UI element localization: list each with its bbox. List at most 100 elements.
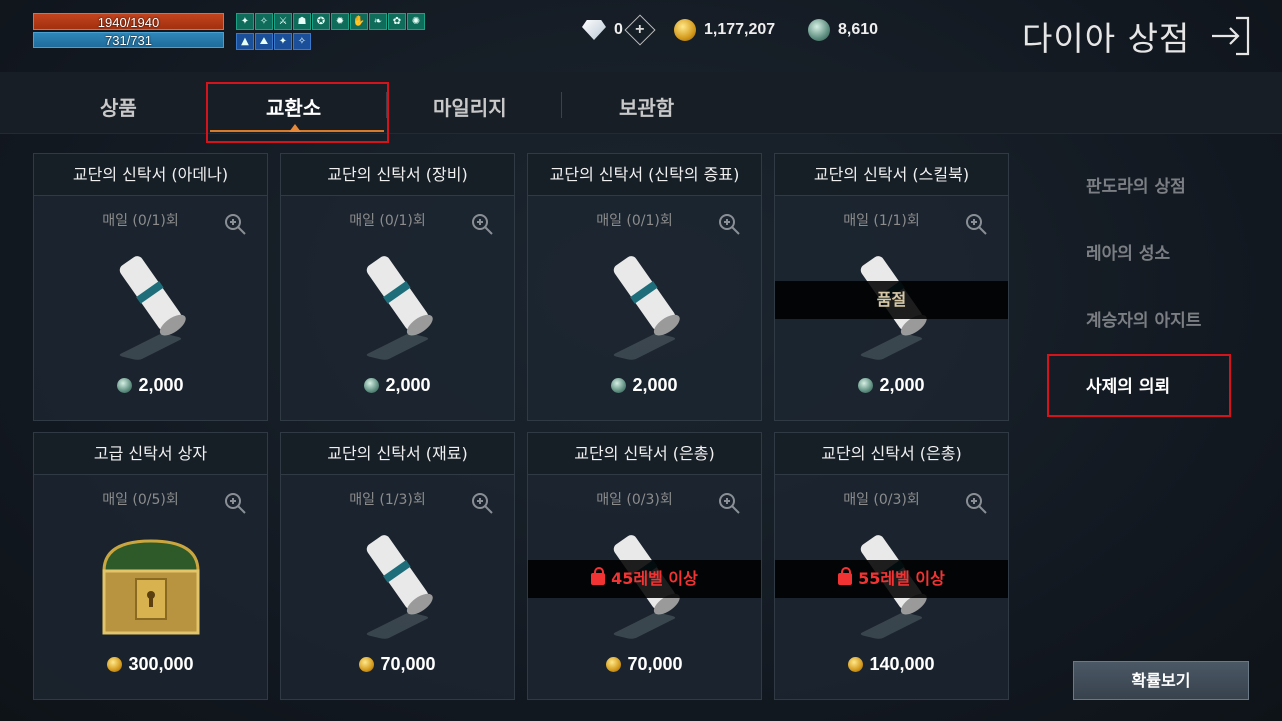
level-lock-banner: 55레벨 이상 [775, 560, 1008, 598]
buff-icon: ✧ [293, 33, 311, 50]
mileage-coin-icon [858, 378, 874, 393]
mileage-amount: 8,610 [838, 21, 879, 38]
mileage-currency: 8,610 [808, 17, 878, 43]
zoom-icon[interactable] [223, 212, 247, 236]
shop-item-card[interactable]: 교단의 신탁서 (장비) 매일 (0/1)회 2,000 [280, 153, 515, 421]
price-value: 70,000 [380, 654, 436, 674]
item-title: 교단의 신탁서 (은총) [528, 433, 761, 475]
price-value: 2,000 [632, 375, 678, 395]
tab-mileage[interactable]: 마일리지 [433, 92, 507, 121]
item-price: 2,000 [34, 375, 267, 396]
gold-coin-icon [359, 657, 375, 672]
shop-item-card[interactable]: 고급 신탁서 상자 매일 (0/5)회 300,000 [33, 432, 268, 700]
buff-icon: ✺ [407, 13, 425, 30]
mileage-coin-icon [611, 378, 627, 393]
side-menu-pandora-shop[interactable]: 판도라의 상점 [1086, 172, 1186, 197]
buff-icon: ⛰ [255, 33, 273, 50]
side-menu-successor-hideout[interactable]: 계승자의 아지트 [1086, 306, 1201, 331]
item-price: 2,000 [281, 375, 514, 396]
gold-coin-icon [606, 657, 622, 672]
buff-icon: ✦ [236, 13, 254, 30]
exit-icon[interactable] [1208, 14, 1252, 58]
highlight-frame-side [1047, 354, 1231, 417]
item-title: 고급 신탁서 상자 [34, 433, 267, 475]
hp-bar: 1940/1940 [33, 13, 224, 30]
lock-icon [838, 567, 853, 585]
level-lock-banner: 45레벨 이상 [528, 560, 761, 598]
add-diamond-button[interactable]: + [624, 14, 656, 46]
shop-item-card[interactable]: 교단의 신탁서 (은총) 매일 (0/3)회 45레벨 이상 70,000 [527, 432, 762, 700]
level-requirement: 45레벨 이상 [611, 569, 698, 588]
price-value: 140,000 [869, 654, 935, 674]
shop-item-card[interactable]: 교단의 신탁서 (스킬북) 매일 (1/1)회 품절 2,000 [774, 153, 1009, 421]
item-title: 교단의 신탁서 (아데나) [34, 154, 267, 196]
treasure-chest-icon [102, 539, 200, 635]
gold-coin-icon [848, 657, 864, 672]
item-title: 교단의 신탁서 (재료) [281, 433, 514, 475]
item-title: 교단의 신탁서 (은총) [775, 433, 1008, 475]
buff-icon: ✋ [350, 13, 368, 30]
buff-icon: ▲ [236, 33, 254, 50]
price-value: 2,000 [879, 375, 925, 395]
scroll-icon [366, 256, 433, 360]
item-price: 140,000 [775, 654, 1008, 675]
zoom-icon[interactable] [717, 491, 741, 515]
highlight-frame-tab [206, 82, 389, 143]
tab-storage[interactable]: 보관함 [619, 92, 674, 121]
item-price: 70,000 [528, 654, 761, 675]
price-value: 70,000 [627, 654, 683, 674]
level-requirement: 55레벨 이상 [858, 569, 945, 588]
tab-divider [561, 92, 562, 118]
plus-icon: + [635, 21, 645, 38]
buff-icons: ✦ ✧ ⚔ ☗ ✪ ✹ ✋ ❧ ✿ ✺ ▲ ⛰ ✦ ✧ [236, 13, 426, 53]
item-price: 300,000 [34, 654, 267, 675]
zoom-icon[interactable] [470, 212, 494, 236]
zoom-icon[interactable] [964, 212, 988, 236]
item-price: 2,000 [528, 375, 761, 396]
gold-coin-icon [107, 657, 123, 672]
zoom-icon[interactable] [717, 212, 741, 236]
scroll-icon [366, 535, 433, 639]
item-title: 교단의 신탁서 (장비) [281, 154, 514, 196]
scroll-icon [613, 256, 680, 360]
buff-icon: ☗ [293, 13, 311, 30]
item-title: 교단의 신탁서 (스킬북) [775, 154, 1008, 196]
diamond-icon [582, 20, 606, 40]
page-title: 다이아 상점 [1022, 19, 1191, 58]
shop-item-card[interactable]: 교단의 신탁서 (아데나) 매일 (0/1)회 2,000 [33, 153, 268, 421]
tab-bar: 상품 교환소 마일리지 보관함 [0, 72, 1282, 134]
buff-icon: ✹ [331, 13, 349, 30]
side-menu-rhea-sanctuary[interactable]: 레아의 성소 [1086, 239, 1170, 264]
mileage-coin-icon [808, 19, 830, 41]
diamond-amount: 0 [614, 21, 623, 38]
scroll-icon [119, 256, 186, 360]
buff-icon: ✪ [312, 13, 330, 30]
gold-currency: 1,177,207 [674, 17, 775, 43]
gold-coin-icon [674, 19, 696, 41]
zoom-icon[interactable] [470, 491, 494, 515]
diamond-currency: 0 + [582, 14, 656, 46]
shop-item-card[interactable]: 교단의 신탁서 (재료) 매일 (1/3)회 70,000 [280, 432, 515, 700]
item-price: 2,000 [775, 375, 1008, 396]
gold-amount: 1,177,207 [704, 21, 776, 38]
item-title: 교단의 신탁서 (신탁의 증표) [528, 154, 761, 196]
price-value: 2,000 [138, 375, 184, 395]
zoom-icon[interactable] [223, 491, 247, 515]
buff-icon: ⚔ [274, 13, 292, 30]
mileage-coin-icon [364, 378, 380, 393]
shop-item-card[interactable]: 교단의 신탁서 (은총) 매일 (0/3)회 55레벨 이상 140,000 [774, 432, 1009, 700]
price-value: 2,000 [385, 375, 431, 395]
buff-icon: ✦ [274, 33, 292, 50]
mileage-coin-icon [117, 378, 133, 393]
buff-icon: ❧ [369, 13, 387, 30]
price-value: 300,000 [128, 654, 194, 674]
view-probability-button[interactable]: 확률보기 [1073, 661, 1249, 700]
buff-icon: ✿ [388, 13, 406, 30]
sold-out-banner: 품절 [775, 281, 1008, 319]
zoom-icon[interactable] [964, 491, 988, 515]
tab-products[interactable]: 상품 [100, 92, 137, 121]
buff-icon: ✧ [255, 13, 273, 30]
shop-item-card[interactable]: 교단의 신탁서 (신탁의 증표) 매일 (0/1)회 2,000 [527, 153, 762, 421]
mp-bar: 731/731 [33, 32, 224, 48]
item-price: 70,000 [281, 654, 514, 675]
